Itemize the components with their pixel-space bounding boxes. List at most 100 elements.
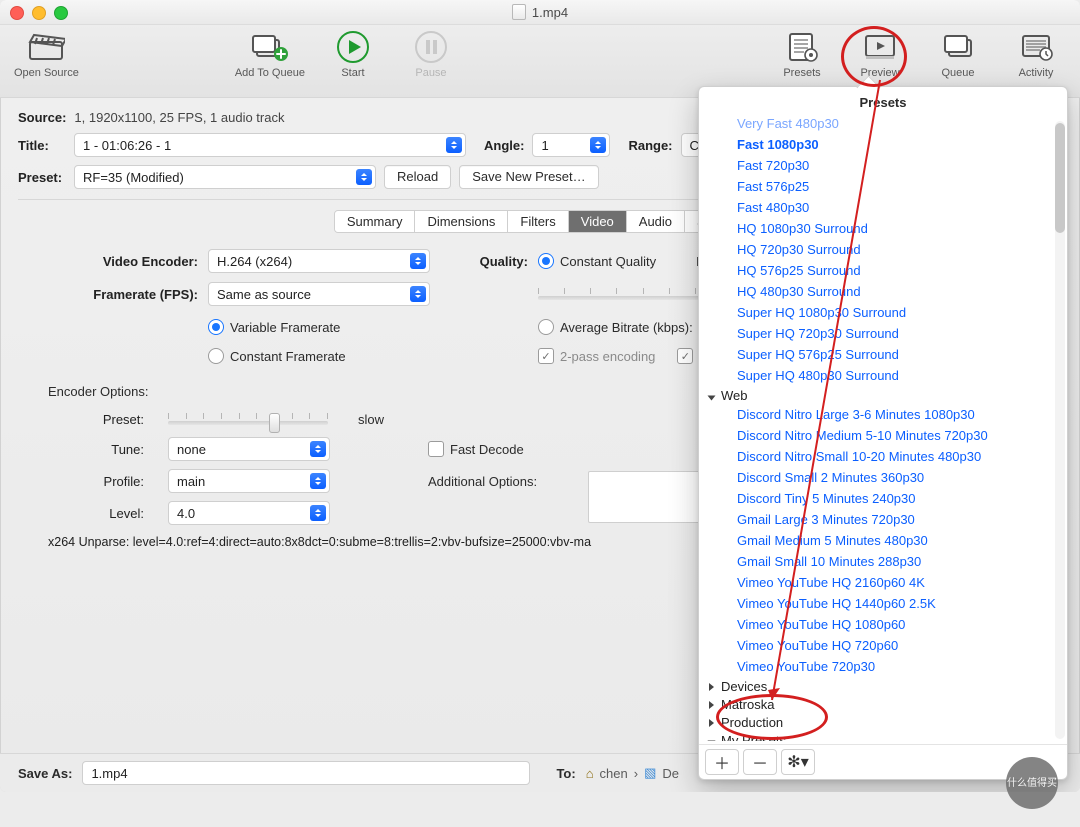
preset-item[interactable]: Discord Small 2 Minutes 360p30 <box>707 467 1059 488</box>
tab-dimensions[interactable]: Dimensions <box>415 211 508 232</box>
preset-item[interactable]: Vimeo YouTube HQ 720p60 <box>707 635 1059 656</box>
document-icon <box>512 4 526 20</box>
framerate-label: Framerate (FPS): <box>38 287 198 302</box>
video-encoder-select[interactable]: H.264 (x264) <box>208 249 430 273</box>
activity-button[interactable]: Activity <box>1006 31 1066 79</box>
tune-select[interactable]: none <box>168 437 330 461</box>
level-select[interactable]: 4.0 <box>168 501 330 525</box>
save-as-label: Save As: <box>18 766 72 781</box>
reload-button[interactable]: Reload <box>384 165 451 189</box>
preset-item[interactable]: Discord Nitro Large 3-6 Minutes 1080p30 <box>707 404 1059 425</box>
open-source-button[interactable]: Open Source <box>14 31 79 79</box>
additional-options-label: Additional Options: <box>428 474 578 489</box>
preset-item[interactable]: Vimeo YouTube HQ 1440p60 2.5K <box>707 593 1059 614</box>
presets-list[interactable]: Very Fast 480p30Fast 1080p30Fast 720p30F… <box>707 117 1059 741</box>
preset-select[interactable]: RF=35 (Modified) <box>74 165 376 189</box>
destination-breadcrumb[interactable]: ⌂ chen › ▧ De <box>586 765 679 781</box>
queue-icon <box>938 31 978 63</box>
tab-filters[interactable]: Filters <box>508 211 568 232</box>
video-encoder-label: Video Encoder: <box>38 254 198 269</box>
average-bitrate-radio[interactable]: Average Bitrate (kbps): <box>538 319 693 335</box>
profile-label: Profile: <box>48 474 144 489</box>
tab-video[interactable]: Video <box>569 211 627 232</box>
preset-gear-button[interactable]: ✻▾ <box>781 749 815 775</box>
source-label: Source: <box>18 110 66 125</box>
preset-item[interactable]: HQ 576p25 Surround <box>707 260 1059 281</box>
preset-label: Preset: <box>18 170 66 185</box>
preset-item[interactable]: Super HQ 720p30 Surround <box>707 323 1059 344</box>
folder-icon: ▧ <box>644 765 656 781</box>
presets-icon <box>782 31 822 63</box>
pause-icon <box>411 31 451 63</box>
turbo-checkbox <box>677 348 693 364</box>
preset-category-my-presets[interactable]: My Presets <box>707 731 1059 741</box>
tune-label: Tune: <box>48 442 144 457</box>
window-title: 1.mp4 <box>532 5 568 20</box>
watermark: 什么值得买 <box>1006 757 1058 809</box>
close-window-icon[interactable] <box>10 6 24 20</box>
angle-select[interactable]: 1 <box>532 133 610 157</box>
constant-quality-radio[interactable]: Constant Quality <box>538 253 656 269</box>
pause-button: Pause <box>401 31 461 79</box>
preset-item[interactable]: HQ 1080p30 Surround <box>707 218 1059 239</box>
framerate-select[interactable]: Same as source <box>208 282 430 306</box>
tab-audio[interactable]: Audio <box>627 211 685 232</box>
preset-item[interactable]: Discord Tiny 5 Minutes 240p30 <box>707 488 1059 509</box>
enc-preset-slider[interactable] <box>168 409 328 429</box>
variable-framerate-radio[interactable]: Variable Framerate <box>208 319 448 335</box>
preset-item[interactable]: Gmail Large 3 Minutes 720p30 <box>707 509 1059 530</box>
home-icon: ⌂ <box>586 766 594 781</box>
presets-title: Presets <box>699 87 1067 116</box>
angle-label: Angle: <box>484 138 524 153</box>
preset-item[interactable]: Gmail Medium 5 Minutes 480p30 <box>707 530 1059 551</box>
add-to-queue-button[interactable]: Add To Queue <box>235 31 305 79</box>
preset-item[interactable]: Vimeo YouTube HQ 2160p60 4K <box>707 572 1059 593</box>
preset-category-matroska[interactable]: Matroska <box>707 695 1059 713</box>
preset-item[interactable]: Discord Nitro Small 10-20 Minutes 480p30 <box>707 446 1059 467</box>
preset-item[interactable]: Super HQ 1080p30 Surround <box>707 302 1059 323</box>
minimize-window-icon[interactable] <box>32 6 46 20</box>
preset-item[interactable]: Very Fast 480p30 <box>707 117 1059 134</box>
preview-button[interactable]: Preview <box>850 31 910 79</box>
queue-add-icon <box>250 31 290 63</box>
preset-category-production[interactable]: Production <box>707 713 1059 731</box>
preset-item[interactable]: HQ 480p30 Surround <box>707 281 1059 302</box>
fast-decode-checkbox[interactable] <box>428 441 444 457</box>
preset-add-button[interactable]: ＋ <box>705 749 739 775</box>
preset-item[interactable]: Fast 1080p30 <box>707 134 1059 155</box>
zoom-window-icon[interactable] <box>54 6 68 20</box>
save-as-input[interactable]: 1.mp4 <box>82 761 530 785</box>
preset-item[interactable]: Fast 576p25 <box>707 176 1059 197</box>
queue-button[interactable]: Queue <box>928 31 988 79</box>
preset-item[interactable]: Vimeo YouTube 720p30 <box>707 656 1059 677</box>
preset-remove-button[interactable]: － <box>743 749 777 775</box>
twopass-checkbox <box>538 348 554 364</box>
enc-preset-value: slow <box>358 412 418 427</box>
preset-item[interactable]: Gmail Small 10 Minutes 288p30 <box>707 551 1059 572</box>
preset-category-devices[interactable]: Devices <box>707 677 1059 695</box>
preset-item[interactable]: Super HQ 576p25 Surround <box>707 344 1059 365</box>
start-button[interactable]: Start <box>323 31 383 79</box>
preset-item[interactable]: Vimeo YouTube HQ 1080p60 <box>707 614 1059 635</box>
title-label: Title: <box>18 138 66 153</box>
presets-toolbar-button[interactable]: Presets <box>772 31 832 79</box>
title-select[interactable]: 1 - 01:06:26 - 1 <box>74 133 466 157</box>
tab-summary[interactable]: Summary <box>335 211 416 232</box>
level-label: Level: <box>48 506 144 521</box>
preset-item[interactable]: Fast 480p30 <box>707 197 1059 218</box>
titlebar: 1.mp4 <box>0 0 1080 25</box>
preset-item[interactable]: Super HQ 480p30 Surround <box>707 365 1059 386</box>
activity-icon <box>1016 31 1056 63</box>
source-value: 1, 1920x1100, 25 FPS, 1 audio track <box>74 110 284 125</box>
quality-label: Quality: <box>458 254 528 269</box>
preset-category-web[interactable]: Web <box>707 386 1059 404</box>
preset-item[interactable]: HQ 720p30 Surround <box>707 239 1059 260</box>
preset-item[interactable]: Discord Nitro Medium 5-10 Minutes 720p30 <box>707 425 1059 446</box>
save-new-preset-button[interactable]: Save New Preset… <box>459 165 598 189</box>
preset-item[interactable]: Fast 720p30 <box>707 155 1059 176</box>
preview-icon <box>860 31 900 63</box>
range-label: Range: <box>628 138 672 153</box>
profile-select[interactable]: main <box>168 469 330 493</box>
constant-framerate-radio[interactable]: Constant Framerate <box>208 348 448 364</box>
clapperboard-icon <box>26 31 66 63</box>
